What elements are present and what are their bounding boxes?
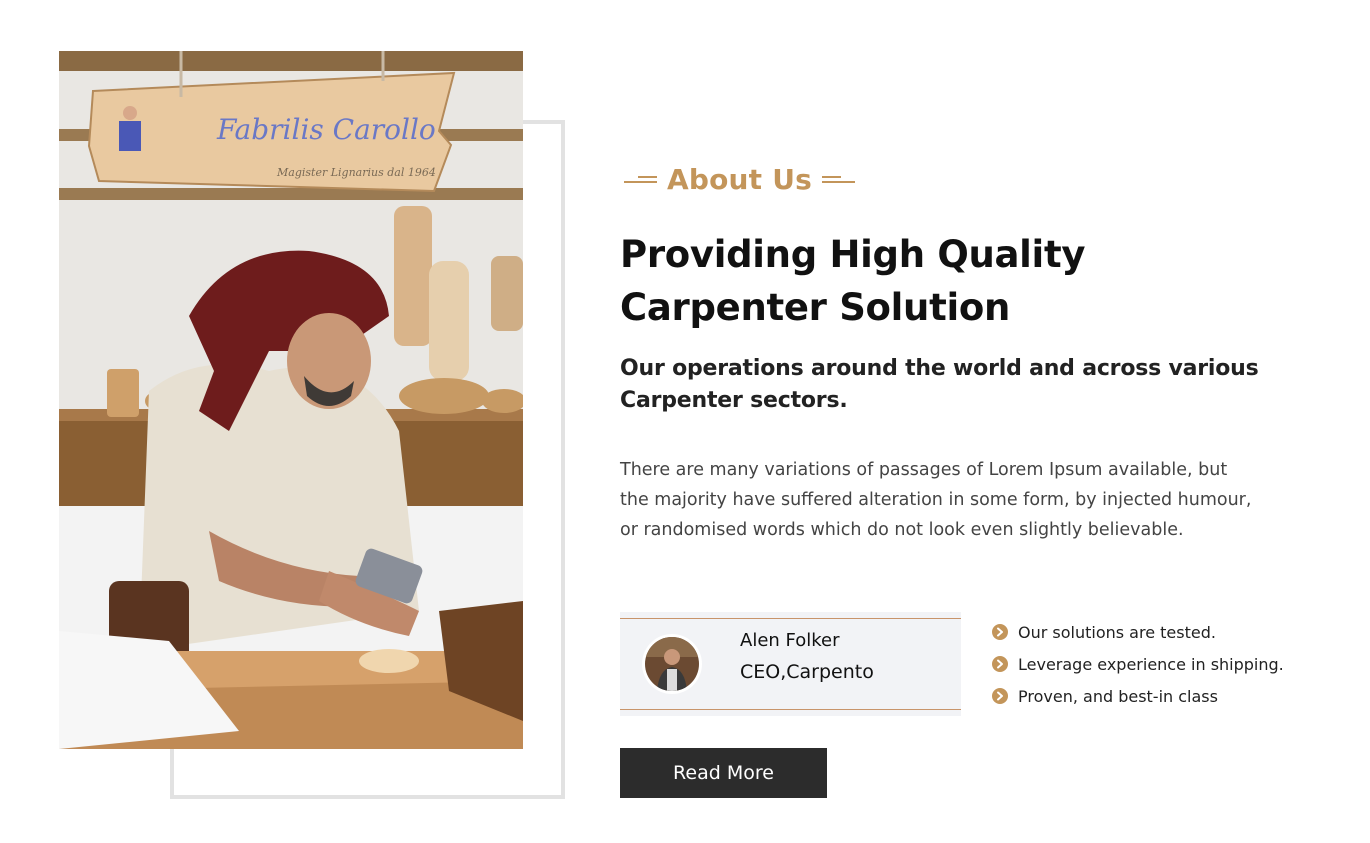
- feature-text: Our solutions are tested.: [1018, 622, 1216, 642]
- chevron-circle-right-icon: [992, 624, 1008, 640]
- feature-list: Our solutions are tested. Leverage exper…: [992, 616, 1284, 712]
- carpenter-photo: Fabrilis Carollo Magister Lignarius dal …: [59, 51, 523, 749]
- avatar: [642, 634, 702, 694]
- list-item: Leverage experience in shipping.: [992, 648, 1284, 680]
- card-bottom-border: [620, 709, 961, 710]
- chevron-circle-right-icon: [992, 688, 1008, 704]
- list-item: Our solutions are tested.: [992, 616, 1284, 648]
- tagline-decoration-left: [624, 172, 657, 186]
- section-tagline: About Us: [624, 161, 856, 197]
- section-description: There are many variations of passages of…: [620, 460, 1252, 540]
- feature-text: Leverage experience in shipping.: [1018, 654, 1284, 674]
- read-more-button[interactable]: Read More: [620, 748, 827, 798]
- chevron-circle-right-icon: [992, 656, 1008, 672]
- author-card: Alen Folker CEO,Carpento: [620, 612, 961, 716]
- sign-text-secondary: Magister Lignarius dal 1964: [276, 166, 436, 179]
- card-top-border: [620, 618, 961, 619]
- tagline-decoration-right: [822, 172, 856, 186]
- section-subheading: Our operations around the world and acro…: [620, 356, 1259, 413]
- about-content: About Us Providing High Quality Carpente…: [620, 0, 1320, 843]
- feature-text: Proven, and best-in class: [1018, 686, 1218, 706]
- section-heading: Providing High Quality Carpenter Solutio…: [620, 233, 1086, 329]
- author-role: CEO,Carpento: [740, 661, 874, 683]
- sign-text-primary: Fabrilis Carollo: [216, 113, 436, 146]
- tagline-label: About Us: [667, 162, 813, 196]
- author-name: Alen Folker: [740, 630, 840, 651]
- list-item: Proven, and best-in class: [992, 680, 1284, 712]
